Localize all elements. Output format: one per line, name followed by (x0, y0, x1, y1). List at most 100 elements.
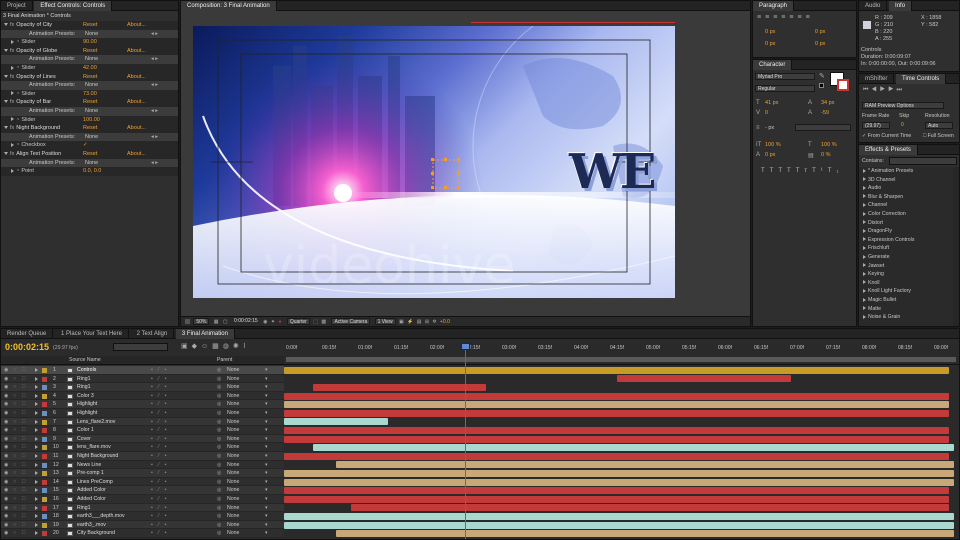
solo-icon[interactable]: ○ (13, 512, 16, 521)
comp-timecode[interactable]: 0:00:02:15 (232, 318, 260, 325)
flowchart-icon[interactable]: ⊞ (425, 319, 429, 325)
layer-duration-bar[interactable] (284, 470, 954, 477)
lock-icon[interactable]: □ (22, 512, 25, 521)
solo-icon[interactable]: ○ (13, 443, 16, 452)
effect-category-item[interactable]: DragonFly (859, 227, 953, 236)
layer-duration-bar[interactable] (284, 435, 949, 443)
visibility-eye-icon[interactable]: ◉ (4, 418, 9, 427)
channel-icon[interactable]: ● (278, 319, 281, 325)
layer-row[interactable]: ◉ ○ □ 3 Ring1 ▪ ⁄ ▪ ◎ None ▾ (1, 383, 284, 392)
effect-category-item[interactable]: Channel (859, 201, 953, 210)
tab-composition[interactable]: Composition: 3 Final Animation (181, 1, 277, 11)
layer-expand-icon[interactable] (35, 462, 38, 467)
parent-value[interactable]: None (227, 486, 239, 495)
parent-value[interactable]: None (227, 383, 239, 392)
effect-category-item[interactable]: Knoll Light Factory (859, 287, 953, 296)
switch-icons[interactable]: ▪ ⁄ ▪ (151, 426, 168, 435)
tab-info[interactable]: Info (889, 1, 913, 11)
expand-icon[interactable] (863, 280, 866, 285)
parent-value[interactable]: None (227, 435, 239, 444)
expand-icon[interactable] (4, 126, 8, 130)
switch-icons[interactable]: ▪ ⁄ ▪ (151, 529, 168, 538)
layer-duration-bar[interactable] (284, 427, 949, 434)
parent-pickwhip-icon[interactable]: ◎ (217, 375, 222, 384)
motion-blur-icon[interactable]: ◍ (223, 343, 233, 350)
label-color-swatch[interactable] (42, 462, 47, 468)
layer-duration-bar[interactable] (336, 461, 954, 469)
parent-dropdown-icon[interactable]: ▾ (265, 529, 268, 538)
visibility-eye-icon[interactable]: ◉ (4, 366, 9, 375)
parent-pickwhip-icon[interactable]: ◎ (217, 452, 222, 461)
effect-category-item[interactable]: 3D Channel (859, 176, 953, 185)
param-value[interactable]: 42.00 (83, 64, 97, 73)
timeline-search[interactable] (113, 343, 168, 351)
visibility-eye-icon[interactable]: ◉ (4, 529, 9, 538)
about-link[interactable]: About... (127, 98, 146, 107)
layer-duration-bar[interactable] (284, 521, 954, 529)
layer-expand-icon[interactable] (35, 385, 38, 390)
all-caps-icon[interactable]: TT (778, 168, 795, 174)
kerning-field[interactable]: 0 (765, 110, 768, 116)
solo-icon[interactable]: ○ (13, 435, 16, 444)
expand-icon[interactable] (863, 271, 866, 276)
visibility-eye-icon[interactable]: ◉ (4, 461, 9, 470)
effect-category-item[interactable]: Audio (859, 184, 953, 193)
prev-frame-icon[interactable]: ◀ (871, 87, 879, 93)
transparency-grid-icon[interactable]: ▩ (321, 319, 326, 325)
visibility-eye-icon[interactable]: ◉ (4, 504, 9, 513)
fx-toggle-icon[interactable]: fx (10, 22, 14, 28)
switch-icons[interactable]: ▪ ⁄ ▪ (151, 521, 168, 530)
tab-paragraph[interactable]: Paragraph (753, 1, 795, 11)
label-color-swatch[interactable] (42, 385, 47, 391)
switch-icons[interactable]: ▪ ⁄ ▪ (151, 366, 168, 375)
expand-icon[interactable] (863, 211, 866, 216)
expand-icon[interactable] (4, 48, 8, 52)
parent-value[interactable]: None (227, 418, 239, 427)
time-ruler[interactable]: 0:00f 00:15f 01:00f 01:15f 02:00f 02:15f 03:00… (284, 343, 959, 365)
solo-icon[interactable]: ○ (13, 461, 16, 470)
label-color-swatch[interactable] (42, 402, 47, 408)
parent-value[interactable]: None (227, 409, 239, 418)
parent-value[interactable]: None (227, 529, 239, 538)
roi-icon[interactable]: ⬚ (313, 319, 318, 325)
tab-place-your-text[interactable]: 1 Place Your Text Here (55, 329, 129, 339)
stroke-color-swatch[interactable] (837, 79, 849, 91)
parent-pickwhip-icon[interactable]: ◎ (217, 478, 222, 487)
view-layout-dropdown[interactable]: 1 View (374, 318, 396, 326)
lock-icon[interactable]: □ (22, 435, 25, 444)
tab-render-queue[interactable]: Render Queue (1, 329, 54, 339)
solo-icon[interactable]: ○ (13, 426, 16, 435)
indent-right-field[interactable]: 0 px (815, 29, 825, 35)
visibility-eye-icon[interactable]: ◉ (4, 478, 9, 487)
param-value[interactable]: 100.00 (83, 116, 100, 125)
lock-icon[interactable]: □ (22, 366, 25, 375)
fx-toggle-icon[interactable]: fx (10, 48, 14, 54)
lock-icon[interactable]: □ (22, 409, 25, 418)
layer-row[interactable]: ◉ ○ □ 15 Added Color ▪ ⁄ ▪ ◎ None ▾ (1, 486, 284, 495)
layer-name[interactable]: Color 3 (77, 392, 94, 401)
visibility-eye-icon[interactable]: ◉ (4, 495, 9, 504)
layer-expand-icon[interactable] (35, 436, 38, 441)
font-family-dropdown[interactable]: Myriad Pro (755, 73, 815, 80)
parent-pickwhip-icon[interactable]: ◎ (217, 443, 222, 452)
layer-duration-bar[interactable] (284, 392, 949, 400)
vscale-field[interactable]: 100 % (765, 142, 781, 148)
param-value[interactable]: 90.00 (83, 38, 97, 47)
layer-row[interactable]: ◉ ○ □ 6 Highlight ▪ ⁄ ▪ ◎ None ▾ (1, 409, 284, 418)
effect-category-item[interactable]: Magic Bullet (859, 296, 953, 305)
exposure-icon[interactable]: ✲ (432, 319, 436, 325)
tab-time-controls[interactable]: Time Controls (896, 74, 947, 84)
layer-name[interactable]: Pre-comp 1 (77, 469, 104, 478)
parent-pickwhip-icon[interactable]: ◎ (217, 504, 222, 513)
solo-icon[interactable]: ○ (13, 418, 16, 427)
parent-dropdown-icon[interactable]: ▾ (265, 512, 268, 521)
preset-value[interactable]: None (85, 107, 98, 116)
expand-icon[interactable] (863, 237, 866, 242)
label-color-swatch[interactable] (42, 531, 47, 537)
switch-icons[interactable]: ▪ ⁄ ▪ (151, 375, 168, 384)
source-name-header[interactable]: Source Name (69, 356, 101, 365)
solo-icon[interactable]: ○ (13, 521, 16, 530)
layer-name[interactable]: Lines PreComp (77, 478, 113, 487)
effects-scrollbar[interactable] (953, 167, 959, 326)
layer-row[interactable]: ◉ ○ □ 11 Night Background ▪ ⁄ ▪ ◎ None ▾ (1, 452, 284, 461)
